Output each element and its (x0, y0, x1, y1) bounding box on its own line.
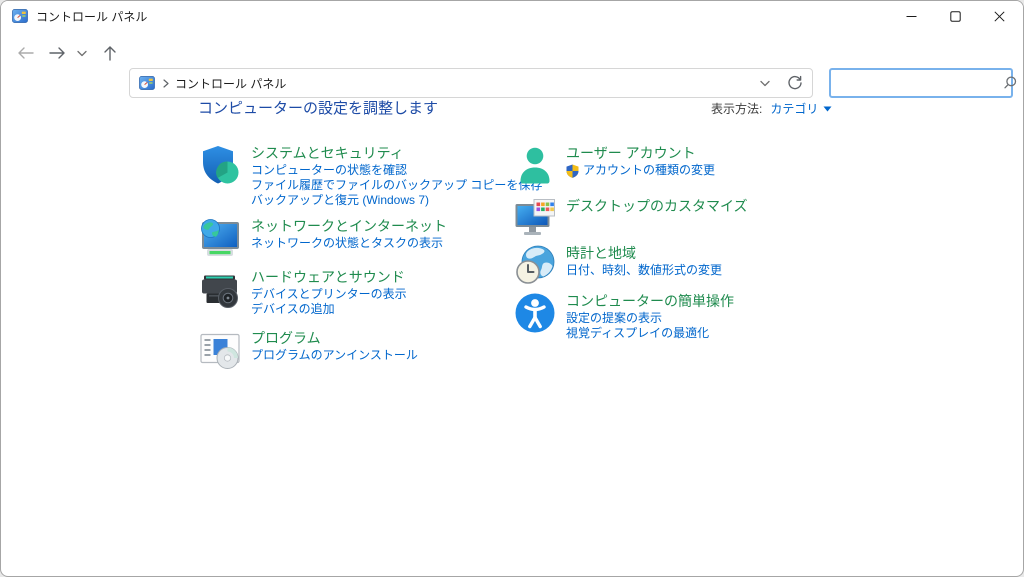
printer-speaker-icon[interactable] (198, 267, 242, 311)
category-hardware-sound: ハードウェアとサウンド デバイスとプリンターの表示 デバイスの追加 (198, 267, 407, 317)
category-title-system-security[interactable]: システムとセキュリティ (251, 144, 542, 163)
page-title: コンピューターの設定を調整します (198, 100, 439, 117)
maximize-button[interactable] (933, 1, 977, 31)
link-uninstall-program[interactable]: プログラムのアンインストール (251, 348, 418, 363)
network-monitor-icon[interactable] (198, 216, 242, 260)
dropdown-arrow-icon (823, 106, 832, 111)
link-add-device[interactable]: デバイスの追加 (251, 302, 407, 317)
chevron-down-icon (77, 50, 87, 56)
control-panel-icon (12, 9, 28, 23)
refresh-icon (788, 75, 802, 90)
forward-arrow-icon (48, 47, 65, 59)
category-clock-region: 時計と地域 日付、時刻、数値形式の変更 (513, 243, 722, 287)
title-bar: コントロール パネル (1, 1, 1023, 31)
recent-locations-button[interactable] (70, 38, 94, 68)
back-arrow-icon (17, 47, 34, 59)
category-title-user-accounts[interactable]: ユーザー アカウント (566, 144, 715, 163)
window-title: コントロール パネル (36, 9, 148, 24)
close-icon (993, 10, 1005, 22)
link-file-history-backup[interactable]: ファイル履歴でファイルのバックアップ コピーを保存 (251, 178, 542, 193)
search-icon[interactable] (1002, 75, 1018, 91)
shield-security-icon[interactable] (198, 143, 242, 187)
control-panel-small-icon (139, 76, 155, 90)
link-devices-printers[interactable]: デバイスとプリンターの表示 (251, 287, 407, 302)
category-network-internet: ネットワークとインターネット ネットワークの状態とタスクの表示 (198, 216, 447, 260)
category-title-network[interactable]: ネットワークとインターネット (251, 217, 447, 236)
link-network-status[interactable]: ネットワークの状態とタスクの表示 (251, 236, 447, 251)
address-dropdown-button[interactable] (750, 69, 780, 97)
link-change-account-type[interactable]: アカウントの種類の変更 (566, 163, 715, 178)
breadcrumb-chevron-icon (163, 78, 169, 88)
category-ease-of-access: コンピューターの簡単操作 設定の提案の表示 視覚ディスプレイの最適化 (513, 291, 734, 341)
category-programs: プログラム プログラムのアンインストール (198, 328, 418, 372)
ease-of-access-icon[interactable] (513, 291, 557, 335)
category-title-hardware[interactable]: ハードウェアとサウンド (251, 268, 407, 287)
user-icon[interactable] (513, 143, 557, 187)
uac-shield-icon (566, 164, 579, 178)
minimize-button[interactable] (889, 1, 933, 31)
category-appearance: デスクトップのカスタマイズ (513, 196, 748, 240)
category-user-accounts: ユーザー アカウント アカウントの種類の変更 (513, 143, 715, 187)
programs-disc-icon[interactable] (198, 328, 242, 372)
link-suggested-settings[interactable]: 設定の提案の表示 (566, 311, 734, 326)
up-arrow-icon (104, 46, 116, 61)
category-title-ease-of-access[interactable]: コンピューターの簡単操作 (566, 292, 734, 311)
clock-globe-icon[interactable] (513, 243, 557, 287)
category-title-appearance[interactable]: デスクトップのカスタマイズ (566, 197, 748, 216)
control-panel-window: コントロール パネル コントロール パネル コンピューターの設定を調整します 表… (0, 0, 1024, 577)
link-change-date-time[interactable]: 日付、時刻、数値形式の変更 (566, 263, 722, 278)
link-security-status[interactable]: コンピューターの状態を確認 (251, 163, 542, 178)
address-bar[interactable]: コントロール パネル (129, 68, 813, 98)
forward-button[interactable] (42, 38, 72, 68)
minimize-icon (906, 15, 916, 17)
link-backup-restore[interactable]: バックアップと復元 (Windows 7) (251, 193, 542, 208)
maximize-icon (949, 10, 961, 22)
close-button[interactable] (977, 1, 1021, 31)
navigation-bar: コントロール パネル (1, 31, 1023, 98)
view-by-dropdown[interactable]: カテゴリ (770, 100, 832, 117)
up-button[interactable] (95, 38, 125, 68)
category-title-clock-region[interactable]: 時計と地域 (566, 244, 722, 263)
view-by-control: 表示方法: カテゴリ (711, 100, 832, 117)
chevron-down-icon (760, 80, 770, 86)
refresh-button[interactable] (780, 69, 810, 97)
breadcrumb[interactable]: コントロール パネル (175, 75, 286, 92)
desktop-personalization-icon[interactable] (513, 196, 557, 240)
search-input[interactable] (831, 70, 1002, 96)
search-box (829, 68, 1017, 98)
link-optimize-visual-display[interactable]: 視覚ディスプレイの最適化 (566, 326, 734, 341)
back-button[interactable] (10, 38, 40, 68)
view-by-label: 表示方法: (711, 102, 763, 116)
category-system-security: システムとセキュリティ コンピューターの状態を確認 ファイル履歴でファイルのバッ… (198, 143, 542, 208)
category-title-programs[interactable]: プログラム (251, 329, 418, 348)
